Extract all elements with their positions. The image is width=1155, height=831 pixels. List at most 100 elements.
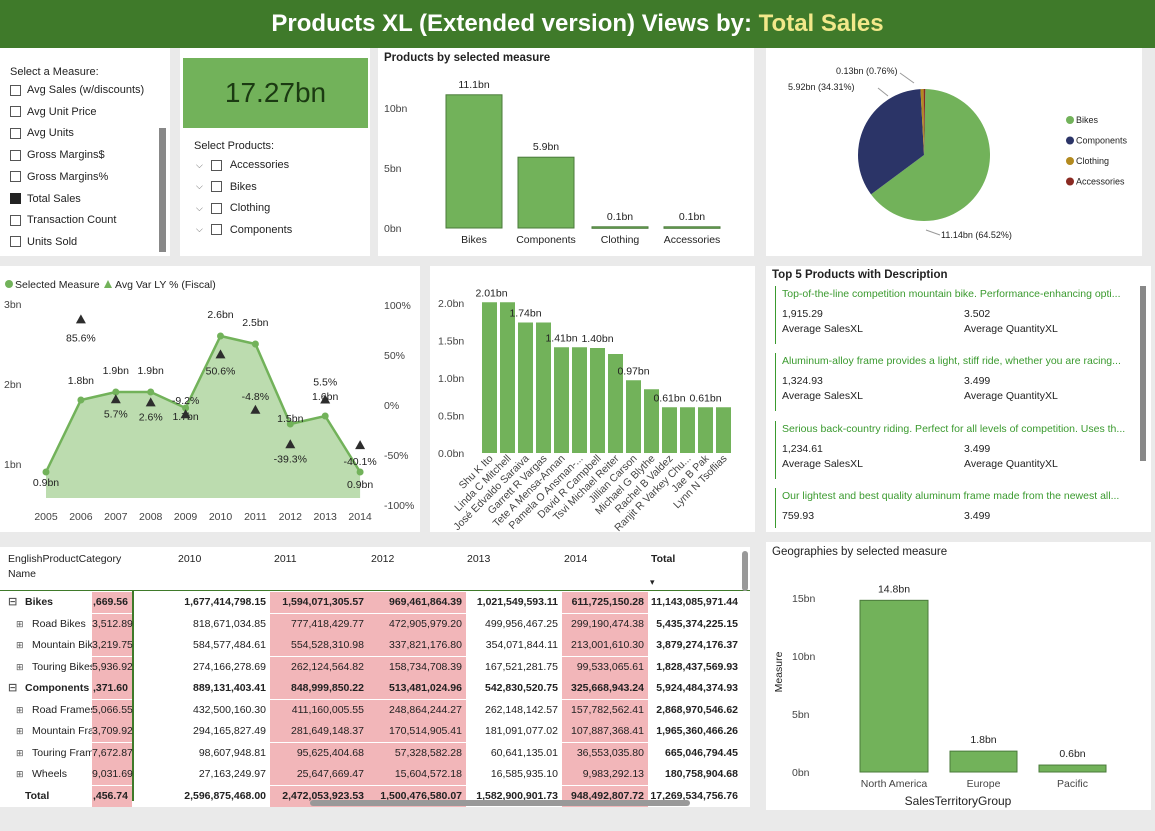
geo-bar [949, 750, 1018, 773]
chevron-down-icon[interactable]: ⌵ [196, 224, 203, 235]
product-item-4[interactable]: ⌵ Components [196, 224, 292, 236]
measure-label: 2.5bn [242, 317, 268, 329]
table-cell: 299,190,474.38 [562, 613, 648, 635]
expand-icon[interactable]: ⊞ [16, 700, 24, 721]
sort-desc-icon[interactable]: ▾ [650, 577, 655, 588]
product-item-label: Clothing [229, 202, 271, 214]
measure-item-8[interactable]: Units Sold [10, 236, 77, 248]
measure-label: 0.9bn [347, 479, 373, 491]
line-point [42, 468, 50, 476]
expand-icon[interactable]: ⊞ [16, 614, 24, 635]
pie-label-clothing: 0.13bn (0.76%) [836, 66, 898, 76]
checkbox-icon[interactable] [210, 181, 222, 192]
checkbox-icon[interactable] [10, 193, 21, 204]
matrix-col-header[interactable]: 2010 [178, 553, 201, 565]
checkbox-icon[interactable] [10, 84, 21, 96]
expand-icon[interactable]: ⊞ [16, 764, 24, 785]
expand-icon[interactable]: ⊞ [16, 657, 24, 678]
pie-chart: 11.14bn (64.52%) 5.92bn (34.31%) 0.13bn (0… [766, 48, 1142, 256]
table-cell: 157,782,562.41 [562, 699, 648, 721]
chevron-down-icon[interactable]: ⌵ [196, 160, 203, 171]
matrix-hscroll[interactable] [310, 800, 690, 806]
table-cell: 2,868,970,546.62 [656, 703, 738, 716]
expand-icon[interactable]: ⊞ [16, 721, 24, 742]
table-cell: 281,649,148.37 [270, 721, 368, 742]
measure-item-3[interactable]: Avg Units [10, 127, 74, 139]
table-cell: 60,641,135.01 [490, 746, 558, 759]
table-cell: 2,596,875,468.00 [184, 789, 266, 802]
legend-marker [1066, 157, 1074, 165]
employee-bar [716, 407, 731, 453]
product-item-2[interactable]: ⌵ Bikes [196, 181, 257, 193]
employee-bar [680, 407, 695, 453]
table-cell: 3,879,274,176.37 [656, 639, 738, 651]
chevron-down-icon[interactable]: ⌵ [196, 203, 203, 214]
expand-icon[interactable]: ⊞ [16, 743, 24, 764]
y-tick-label: 2bn [4, 379, 22, 391]
checkbox-icon[interactable] [10, 149, 21, 161]
y-axis-title: Measure [773, 651, 785, 692]
y-tick-label: 0.5bn [438, 411, 464, 423]
matrix-col-header[interactable]: 2011 [274, 553, 297, 565]
table-cell: 5,936.92 [92, 656, 133, 678]
table-cell: 274,166,278.69 [193, 660, 266, 673]
checkbox-icon[interactable] [210, 202, 222, 214]
bar-bikes [445, 94, 503, 229]
measure-item-4[interactable]: Gross Margins$ [10, 149, 105, 161]
table-cell: 170,514,905.41 [368, 721, 466, 742]
collapse-icon[interactable]: ⊟ [8, 678, 17, 699]
y2-tick-label: -100% [384, 500, 414, 512]
matrix-col-header[interactable]: 2013 [467, 553, 490, 565]
table-cell: 889,131,403.41 [193, 682, 266, 694]
collapse-icon[interactable]: ⊟ [8, 592, 17, 613]
measure-item-6[interactable]: Total Sales [10, 193, 81, 205]
checkbox-icon[interactable] [10, 127, 21, 139]
checkbox-icon[interactable] [10, 106, 21, 118]
geo-chart: Geographies by selected measure 0bn 5bn 10… [766, 542, 1151, 810]
table-cell: 294,165,827.49 [193, 725, 266, 737]
checkbox-icon[interactable] [10, 214, 21, 226]
checkbox-icon[interactable] [210, 224, 222, 235]
top5-qty-value: 3.499 [964, 443, 991, 455]
line-point [356, 468, 364, 476]
matrix-vscroll[interactable] [742, 551, 748, 591]
top5-qty-label: Average QuantityXL [964, 390, 1058, 402]
legend-label: Components [1076, 136, 1128, 146]
chevron-down-icon[interactable]: ⌵ [196, 181, 203, 192]
report-title: Products XL (Extended version) Views by:… [0, 0, 1155, 48]
measure-item-7[interactable]: Transaction Count [10, 214, 116, 226]
var-marker [355, 440, 366, 450]
product-item-1[interactable]: ⌵ Accessories [196, 159, 289, 171]
checkbox-icon[interactable] [210, 159, 222, 171]
table-cell: 5,435,374,225.15 [656, 617, 738, 630]
top5-title: Top 5 Products with Description [772, 269, 948, 281]
table-cell: 213,001,610.30 [562, 635, 648, 656]
slicer-scrollbar[interactable] [159, 128, 166, 252]
table-cell: 542,830,520.75 [485, 682, 558, 694]
line-point [147, 388, 155, 396]
expand-icon[interactable]: ⊞ [16, 635, 24, 656]
table-cell: 3,709.92 [92, 721, 133, 742]
matrix-col-header[interactable]: 2012 [371, 553, 394, 565]
data-label: 0.1bn [679, 211, 705, 223]
top5-qty-label: Average QuantityXL [964, 323, 1058, 335]
product-item-3[interactable]: ⌵ Clothing [196, 202, 270, 214]
table-row: ⊞ Mountain Frames 3,709.92 294,165,827.49 28… [0, 721, 750, 742]
measure-item-1[interactable]: Avg Sales (w/discounts) [10, 84, 144, 96]
measure-item-label: Transaction Count [27, 214, 117, 227]
matrix-col-header[interactable]: 2014 [564, 553, 587, 565]
table-cell: 158,734,708.39 [368, 656, 466, 678]
matrix-col-header[interactable]: Total [651, 553, 675, 565]
top5-sales-value: 1,915.29 [782, 308, 823, 320]
y-tick-label: 1bn [4, 459, 22, 471]
title-prefix: Products XL (Extended version) Views by: [271, 10, 752, 37]
checkbox-icon[interactable] [10, 236, 21, 248]
table-cell: 15,604,572.18 [368, 764, 466, 785]
checkbox-icon[interactable] [10, 171, 21, 183]
top5-accent [775, 353, 776, 411]
row-name: Components [25, 682, 90, 694]
table-row: ⊞ Road Bikes 3,512.89 818,671,034.85 777,418… [0, 613, 750, 635]
measure-item-5[interactable]: Gross Margins% [10, 171, 108, 183]
line-point [321, 412, 329, 420]
measure-item-2[interactable]: Avg Unit Price [10, 106, 97, 118]
